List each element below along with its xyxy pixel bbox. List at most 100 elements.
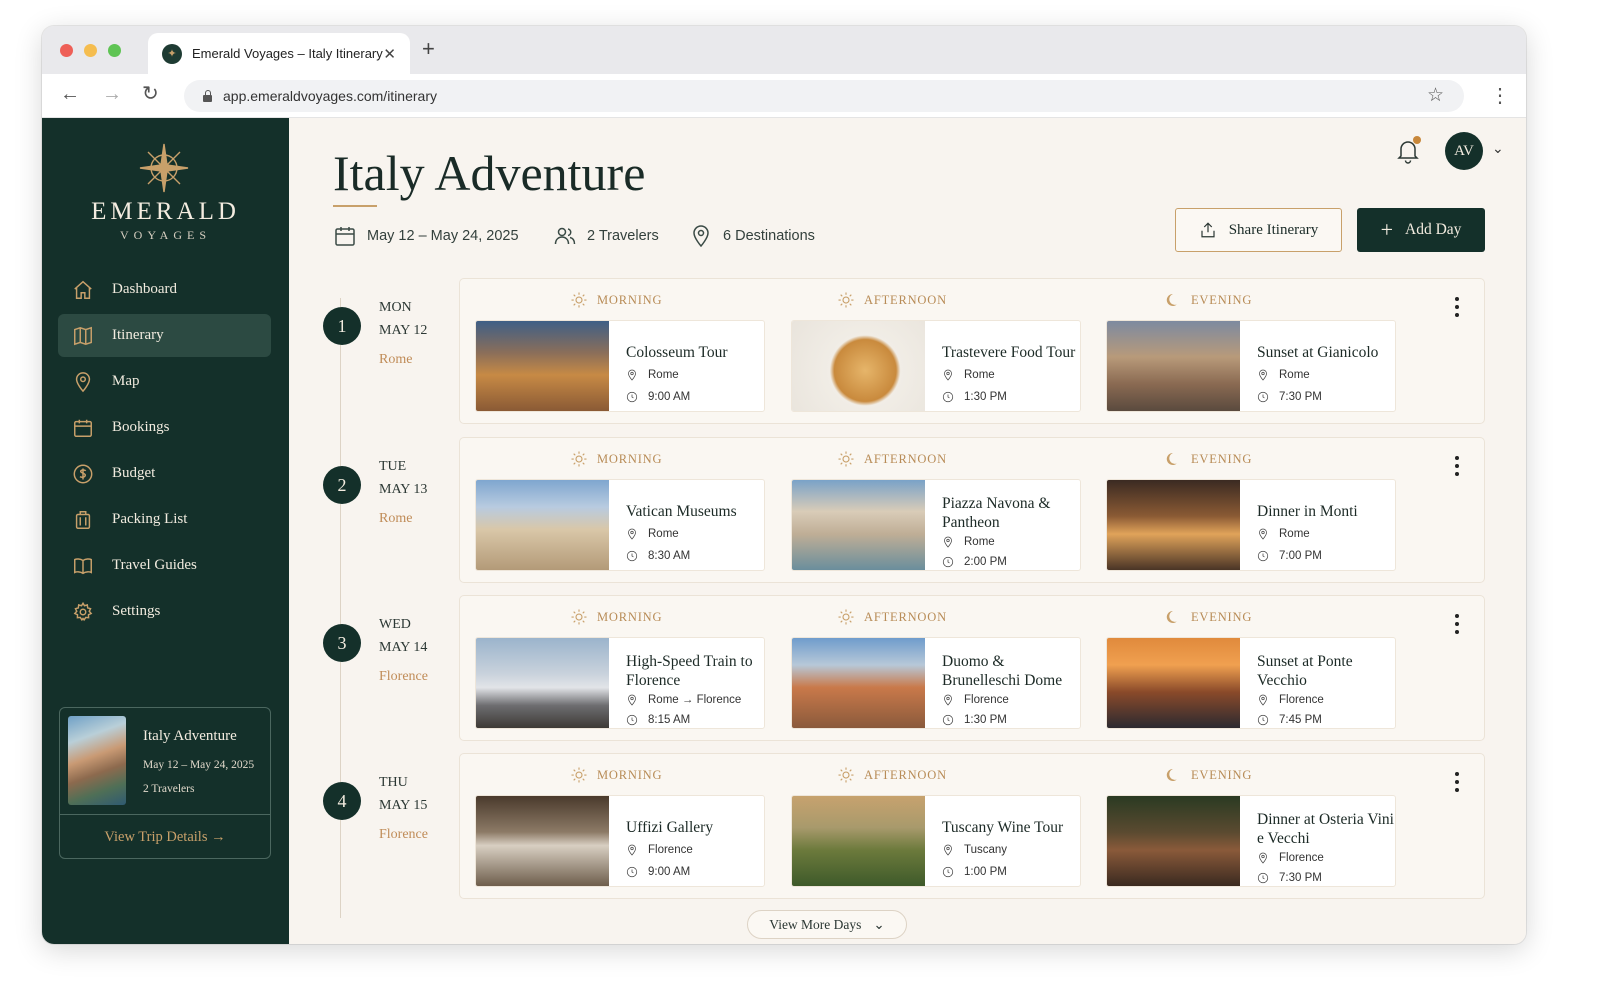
browser-menu-icon[interactable]: ⋮ <box>1490 83 1510 108</box>
day-city: Rome <box>379 511 413 526</box>
period-label-evening: EVENING <box>1164 608 1252 626</box>
chevron-down-icon[interactable]: ⌄ <box>1492 140 1504 157</box>
activity-time-text: 9:00 AM <box>648 866 691 878</box>
activity-photo <box>1107 638 1240 728</box>
day-menu-icon[interactable] <box>1455 772 1461 796</box>
activity-time: 1:30 PM <box>942 391 1007 403</box>
divider <box>60 814 270 815</box>
period-text: AFTERNOON <box>864 451 947 466</box>
plus-icon: + <box>1380 217 1393 242</box>
browser-window: ✦ Emerald Voyages – Italy Itinerary ✕ + … <box>42 26 1526 944</box>
activity-card[interactable]: Colosseum Tour Rome 9:00 AM <box>475 320 765 412</box>
activity-time-text: 9:00 AM <box>648 391 691 403</box>
period-text: EVENING <box>1191 451 1253 466</box>
activity-time-text: 2:00 PM <box>964 556 1007 568</box>
travelers-count: 2 Travelers <box>587 228 659 244</box>
new-tab-icon[interactable]: + <box>422 38 435 60</box>
activity-title: Tuscany Wine Tour <box>942 819 1064 836</box>
sun-icon <box>838 767 854 783</box>
view-trip-details-label: View Trip Details <box>104 829 208 845</box>
period-text: MORNING <box>597 292 663 307</box>
period-text: EVENING <box>1191 292 1253 307</box>
activity-location-text: Rome <box>648 369 679 381</box>
home-icon <box>74 280 92 299</box>
day-number-badge: 4 <box>323 782 361 820</box>
view-more-days-button[interactable]: View More Days ⌄ <box>747 910 907 939</box>
clock-icon <box>626 866 638 878</box>
activity-card[interactable]: Piazza Navona & Pantheon Rome 2:00 PM <box>791 479 1081 571</box>
activity-card[interactable]: High-Speed Train to Florence Rome → Flore… <box>475 637 765 729</box>
day-city: Rome <box>379 352 413 367</box>
sidebar-item-dashboard[interactable]: Dashboard <box>58 268 271 311</box>
bookmark-star-icon[interactable]: ☆ <box>1427 84 1444 107</box>
activity-location: Rome <box>1257 369 1310 381</box>
day-date: MAY 15 <box>379 798 428 813</box>
activity-photo <box>476 638 609 728</box>
forward-arrow-icon[interactable]: → <box>102 84 122 104</box>
reload-icon[interactable]: ↻ <box>142 84 159 104</box>
map-pin-icon <box>944 844 952 856</box>
activity-card[interactable]: Tuscany Wine Tour Tuscany 1:00 PM <box>791 795 1081 887</box>
map-pin-icon <box>628 844 636 856</box>
sun-icon <box>571 767 587 783</box>
view-more-days-label: View More Days <box>769 916 862 932</box>
close-window-button[interactable] <box>60 44 73 57</box>
main-content: Italy Adventure May 12 – May 24, 2025 2 … <box>289 118 1526 944</box>
avatar[interactable]: AV <box>1445 132 1483 170</box>
activity-card[interactable]: Duomo & Brunelleschi Dome Florence 1:30 PM <box>791 637 1081 729</box>
period-text: MORNING <box>597 451 663 466</box>
share-icon <box>1201 222 1215 238</box>
clock-icon <box>942 714 954 726</box>
sidebar: EMERALD VOYAGES Dashboard Itinerary Map … <box>42 118 289 944</box>
sidebar-item-travel-guides[interactable]: Travel Guides <box>58 544 271 587</box>
activity-card[interactable]: Trastevere Food Tour Rome 1:30 PM <box>791 320 1081 412</box>
sidebar-item-itinerary[interactable]: Itinerary <box>58 314 271 357</box>
trip-dates-meta: May 12 – May 24, 2025 <box>333 224 519 248</box>
sidebar-item-bookings[interactable]: Bookings <box>58 406 271 449</box>
period-label-evening: EVENING <box>1164 450 1252 468</box>
sidebar-item-settings[interactable]: Settings <box>58 590 271 633</box>
activity-time-text: 8:15 AM <box>648 714 691 726</box>
activity-card[interactable]: Vatican Museums Rome 8:30 AM <box>475 479 765 571</box>
activity-time: 1:00 PM <box>942 866 1007 878</box>
add-day-button[interactable]: + Add Day <box>1357 208 1485 252</box>
browser-tab[interactable]: ✦ Emerald Voyages – Italy Itinerary ✕ <box>148 33 410 74</box>
maximize-window-button[interactable] <box>108 44 121 57</box>
period-label-evening: EVENING <box>1164 766 1252 784</box>
activity-time: 9:00 AM <box>626 866 690 878</box>
period-text: MORNING <box>597 609 663 624</box>
day-menu-icon[interactable] <box>1455 456 1461 480</box>
notification-dot <box>1413 136 1421 144</box>
activity-card[interactable]: Dinner in Monti Rome 7:00 PM <box>1106 479 1396 571</box>
map-pin-icon <box>1259 852 1267 864</box>
moon-icon <box>1166 610 1177 623</box>
map-pin-icon <box>628 369 636 381</box>
view-trip-details-link[interactable]: View Trip Details → <box>60 829 270 846</box>
activity-title: Vatican Museums <box>626 503 737 520</box>
close-tab-icon[interactable]: ✕ <box>383 45 396 63</box>
activity-card[interactable]: Sunset at Ponte Vecchio Florence 7:45 PM <box>1106 637 1396 729</box>
dollar-icon <box>73 464 93 483</box>
activity-time-text: 1:30 PM <box>964 714 1007 726</box>
sidebar-item-map[interactable]: Map <box>58 360 271 403</box>
minimize-window-button[interactable] <box>84 44 97 57</box>
day-menu-icon[interactable] <box>1455 614 1461 638</box>
day-number-badge: 2 <box>323 466 361 504</box>
activity-card[interactable]: Dinner at Osteria Vini e Vecchi Florence 7… <box>1106 795 1396 887</box>
day-number-badge: 1 <box>323 307 361 345</box>
address-bar[interactable]: app.emeraldvoyages.com/itinerary ☆ ⋮ <box>184 80 1510 112</box>
back-arrow-icon[interactable]: ← <box>60 84 80 104</box>
day-menu-icon[interactable] <box>1455 297 1461 321</box>
activity-location-text: Rome <box>648 528 679 540</box>
day-weekday: TUE <box>379 459 407 474</box>
clock-icon <box>1257 872 1269 884</box>
activity-location-text: Rome → Florence <box>648 694 742 706</box>
share-itinerary-button[interactable]: Share Itinerary <box>1175 208 1342 252</box>
sidebar-item-budget[interactable]: Budget <box>58 452 271 495</box>
map-pin-icon <box>1259 694 1267 706</box>
sidebar-item-packing-list[interactable]: Packing List <box>58 498 271 541</box>
activity-card[interactable]: Uffizi Gallery Florence 9:00 AM <box>475 795 765 887</box>
activity-card[interactable]: Sunset at Gianicolo Rome 7:30 PM <box>1106 320 1396 412</box>
sidebar-item-label: Travel Guides <box>112 557 197 573</box>
activity-title: Sunset at Ponte Vecchio <box>1257 653 1353 689</box>
